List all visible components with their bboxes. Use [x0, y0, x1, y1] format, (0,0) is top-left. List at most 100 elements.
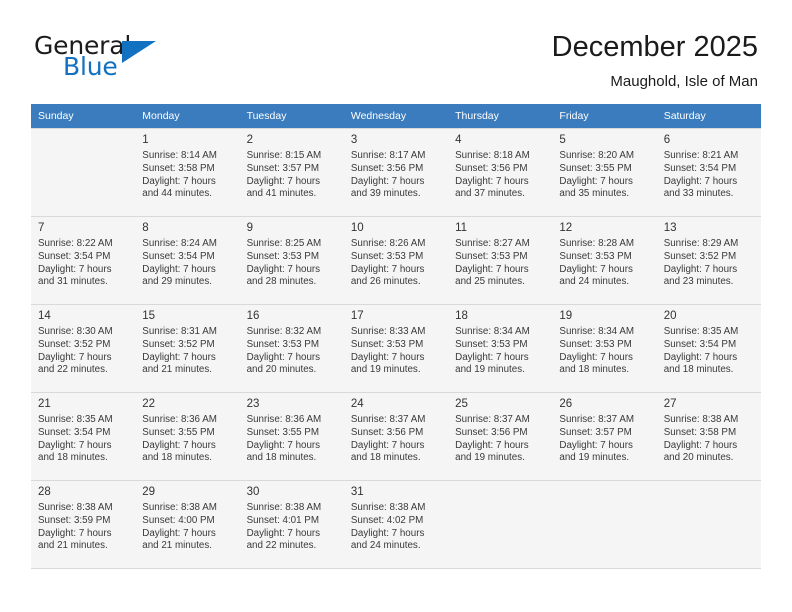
daylight-text-line2: and 23 minutes. — [663, 276, 734, 288]
sunset-text: Sunset: 3:54 PM — [38, 250, 111, 262]
daylight-text-line1: Daylight: 7 hours — [142, 263, 216, 275]
sunrise-text: Sunrise: 8:37 AM — [350, 414, 426, 425]
day-cell[interactable]: 18 Sunrise: 8:34 AM Sunset: 3:53 PM Dayligh… — [448, 304, 553, 393]
day-number: 15 — [142, 310, 156, 322]
calendar-week-row: 7 Sunrise: 8:22 AM Sunset: 3:54 PM Daylight… — [31, 216, 761, 305]
daylight-text-line2: and 20 minutes. — [246, 364, 317, 376]
day-cell[interactable]: 8 Sunrise: 8:24 AM Sunset: 3:54 PM Daylight… — [135, 216, 240, 305]
sunrise-text: Sunrise: 8:35 AM — [38, 414, 113, 425]
day-number: 28 — [38, 486, 51, 498]
calendar-body: 1 Sunrise: 8:14 AM Sunset: 3:58 PM Daylight… — [31, 128, 761, 569]
sunset-text: Sunset: 3:59 PM — [38, 514, 111, 526]
sunset-text: Sunset: 3:55 PM — [246, 426, 319, 438]
sunset-text: Sunset: 3:52 PM — [38, 338, 111, 350]
day-number: 27 — [663, 398, 677, 410]
day-cell[interactable]: 15 Sunrise: 8:31 AM Sunset: 3:52 PM Dayligh… — [135, 304, 240, 393]
day-number: 3 — [350, 134, 358, 146]
day-number: 26 — [559, 398, 573, 410]
daylight-text-line1: Daylight: 7 hours — [663, 263, 738, 275]
sunset-text: Sunset: 3:54 PM — [38, 426, 111, 438]
day-cell[interactable]: 31 Sunrise: 8:38 AM Sunset: 4:02 PM Dayligh… — [343, 480, 449, 569]
daylight-text-line1: Daylight: 7 hours — [455, 439, 529, 451]
daylight-text-line1: Daylight: 7 hours — [350, 263, 425, 275]
day-cell[interactable]: 9 Sunrise: 8:25 AM Sunset: 3:53 PM Daylight… — [239, 216, 344, 305]
sunrise-text: Sunrise: 8:37 AM — [455, 414, 530, 425]
day-cell[interactable]: 19 Sunrise: 8:34 AM Sunset: 3:53 PM Dayligh… — [552, 304, 657, 393]
day-cell — [31, 128, 136, 217]
daylight-text-line2: and 18 minutes. — [246, 452, 317, 464]
day-cell[interactable]: 11 Sunrise: 8:27 AM Sunset: 3:53 PM Dayligh… — [448, 216, 553, 305]
daylight-text-line1: Daylight: 7 hours — [663, 175, 738, 187]
daylight-text-line1: Daylight: 7 hours — [350, 351, 425, 363]
sunset-text: Sunset: 3:56 PM — [455, 162, 528, 174]
day-cell[interactable]: 13 Sunrise: 8:29 AM Sunset: 3:52 PM Dayligh… — [656, 216, 761, 305]
day-cell[interactable]: 17 Sunrise: 8:33 AM Sunset: 3:53 PM Dayligh… — [343, 304, 449, 393]
sunrise-text: Sunrise: 8:15 AM — [246, 150, 322, 161]
day-cell[interactable]: 2 Sunrise: 8:15 AM Sunset: 3:57 PM Daylight… — [239, 128, 344, 217]
sunrise-text: Sunrise: 8:37 AM — [559, 414, 635, 425]
sunset-text: Sunset: 3:52 PM — [663, 250, 737, 262]
sunrise-text: Sunrise: 8:31 AM — [142, 326, 217, 337]
general-blue-logo[interactable]: General Blue — [34, 32, 174, 88]
day-cell — [656, 480, 761, 569]
day-number: 6 — [663, 134, 671, 146]
day-cell[interactable]: 27 Sunrise: 8:38 AM Sunset: 3:58 PM Dayligh… — [656, 392, 761, 481]
day-cell[interactable]: 25 Sunrise: 8:37 AM Sunset: 3:56 PM Dayligh… — [448, 392, 553, 481]
daylight-text-line1: Daylight: 7 hours — [246, 527, 321, 539]
day-number: 4 — [455, 134, 462, 146]
day-cell[interactable]: 21 Sunrise: 8:35 AM Sunset: 3:54 PM Dayligh… — [31, 392, 136, 481]
day-number: 16 — [246, 310, 260, 322]
daylight-text-line2: and 18 minutes. — [350, 452, 421, 464]
sunrise-text: Sunrise: 8:21 AM — [663, 150, 739, 161]
daylight-text-line2: and 18 minutes. — [663, 364, 734, 376]
daylight-text-line2: and 41 minutes. — [246, 188, 317, 200]
daylight-text-line1: Daylight: 7 hours — [455, 175, 529, 187]
day-cell[interactable]: 24 Sunrise: 8:37 AM Sunset: 3:56 PM Dayligh… — [343, 392, 449, 481]
day-cell[interactable]: 6 Sunrise: 8:21 AM Sunset: 3:54 PM Daylight… — [656, 128, 761, 217]
sunset-text: Sunset: 3:53 PM — [350, 338, 424, 350]
day-cell[interactable]: 10 Sunrise: 8:26 AM Sunset: 3:53 PM Dayligh… — [343, 216, 449, 305]
day-cell[interactable]: 7 Sunrise: 8:22 AM Sunset: 3:54 PM Daylight… — [31, 216, 136, 305]
sunrise-text: Sunrise: 8:26 AM — [350, 238, 426, 249]
daylight-text-line1: Daylight: 7 hours — [559, 351, 633, 363]
day-number: 18 — [455, 310, 468, 322]
page-title: December 2025 — [551, 31, 758, 63]
day-cell[interactable]: 14 Sunrise: 8:30 AM Sunset: 3:52 PM Dayligh… — [31, 304, 136, 393]
day-cell[interactable]: 16 Sunrise: 8:32 AM Sunset: 3:53 PM Dayligh… — [239, 304, 344, 393]
day-number: 2 — [246, 134, 253, 146]
sunset-text: Sunset: 3:56 PM — [350, 426, 424, 438]
daylight-text-line2: and 18 minutes. — [38, 452, 108, 464]
day-number: 8 — [142, 222, 149, 234]
sunrise-text: Sunrise: 8:27 AM — [455, 238, 530, 249]
day-cell[interactable]: 4 Sunrise: 8:18 AM Sunset: 3:56 PM Daylight… — [448, 128, 553, 217]
day-cell[interactable]: 28 Sunrise: 8:38 AM Sunset: 3:59 PM Dayligh… — [31, 480, 136, 569]
daylight-text-line1: Daylight: 7 hours — [38, 351, 112, 363]
sunrise-text: Sunrise: 8:24 AM — [142, 238, 217, 249]
sunrise-text: Sunrise: 8:22 AM — [38, 238, 113, 249]
day-cell[interactable]: 26 Sunrise: 8:37 AM Sunset: 3:57 PM Dayligh… — [552, 392, 657, 481]
sunset-text: Sunset: 3:54 PM — [663, 338, 737, 350]
day-cell — [552, 480, 657, 569]
daylight-text-line2: and 35 minutes. — [559, 188, 630, 200]
day-cell[interactable]: 22 Sunrise: 8:36 AM Sunset: 3:55 PM Dayligh… — [135, 392, 240, 481]
day-cell[interactable]: 29 Sunrise: 8:38 AM Sunset: 4:00 PM Dayligh… — [135, 480, 240, 569]
daylight-text-line2: and 18 minutes. — [559, 364, 630, 376]
daylight-text-line2: and 20 minutes. — [663, 452, 734, 464]
sunrise-text: Sunrise: 8:30 AM — [38, 326, 113, 337]
day-cell[interactable]: 1 Sunrise: 8:14 AM Sunset: 3:58 PM Daylight… — [135, 128, 240, 217]
sunset-text: Sunset: 3:53 PM — [559, 338, 632, 350]
day-cell[interactable]: 20 Sunrise: 8:35 AM Sunset: 3:54 PM Dayligh… — [656, 304, 761, 393]
title-block: December 2025 Maughold, Isle of Man — [552, 30, 758, 92]
daylight-text-line1: Daylight: 7 hours — [38, 527, 112, 539]
day-cell[interactable]: 5 Sunrise: 8:20 AM Sunset: 3:55 PM Daylight… — [552, 128, 657, 217]
sunset-text: Sunset: 3:53 PM — [246, 250, 319, 262]
daylight-text-line1: Daylight: 7 hours — [350, 527, 425, 539]
day-number: 7 — [38, 222, 45, 234]
day-cell[interactable]: 23 Sunrise: 8:36 AM Sunset: 3:55 PM Dayligh… — [239, 392, 344, 481]
weekday-header-saturday: Saturday — [656, 104, 761, 129]
day-cell[interactable]: 12 Sunrise: 8:28 AM Sunset: 3:53 PM Dayligh… — [552, 216, 657, 305]
day-cell[interactable]: 30 Sunrise: 8:38 AM Sunset: 4:01 PM Dayligh… — [239, 480, 344, 569]
sunset-text: Sunset: 3:52 PM — [142, 338, 215, 350]
day-cell[interactable]: 3 Sunrise: 8:17 AM Sunset: 3:56 PM Daylight… — [343, 128, 449, 217]
weekday-header-sunday: Sunday — [31, 104, 136, 129]
